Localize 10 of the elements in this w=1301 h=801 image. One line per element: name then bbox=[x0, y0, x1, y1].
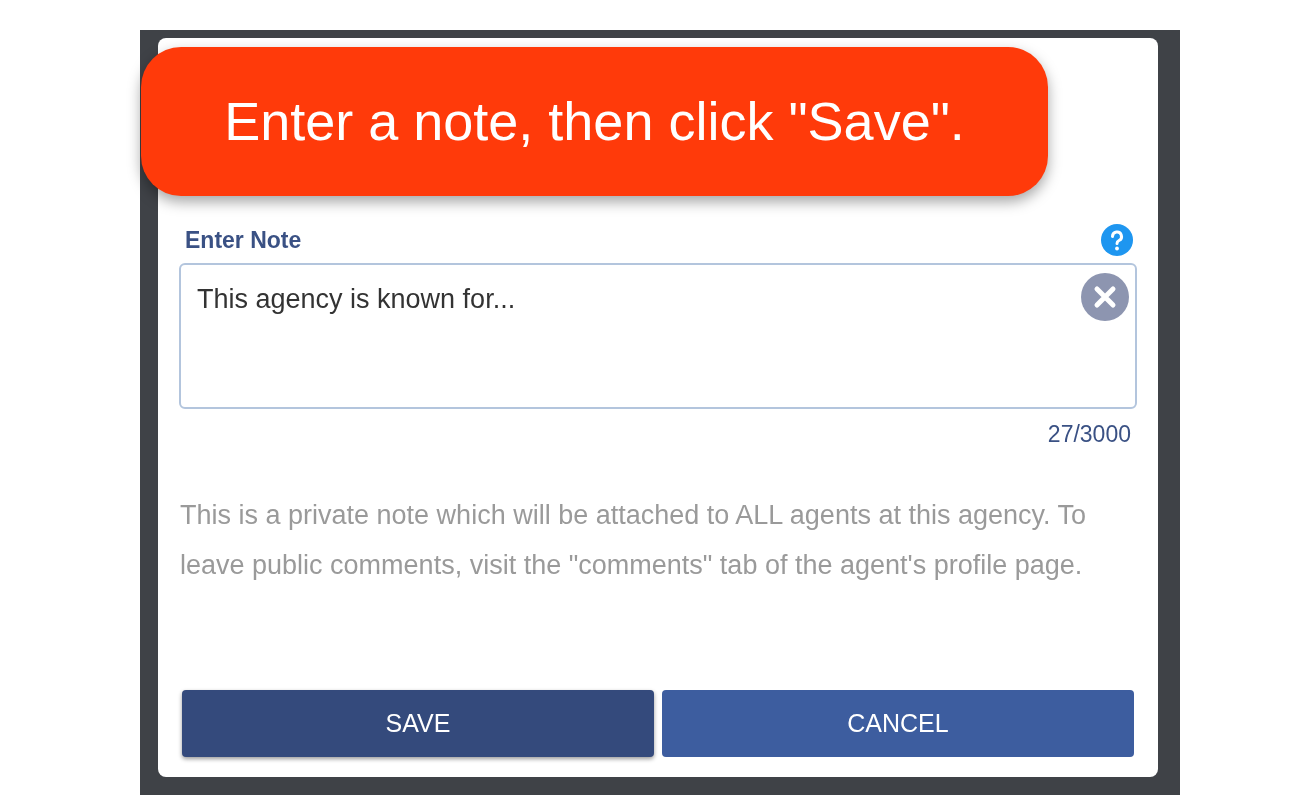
cancel-button[interactable]: CANCEL bbox=[662, 690, 1134, 757]
note-input[interactable]: This agency is known for... bbox=[179, 263, 1137, 409]
description-text: This is a private note which will be attached to ALL agents at this agency. To leave public comments, visit the "comments" tab of the agent's profile page. bbox=[179, 498, 1088, 582]
note-text: This agency is known for... bbox=[197, 284, 516, 314]
clear-icon[interactable] bbox=[1081, 273, 1129, 321]
field-label: Enter Note bbox=[185, 225, 302, 255]
save-button[interactable]: SAVE bbox=[182, 690, 654, 757]
character-counter: 27/3000 bbox=[1047, 420, 1131, 449]
instruction-callout: Enter a note, then click "Save". bbox=[141, 47, 1048, 196]
help-icon[interactable] bbox=[1101, 224, 1133, 256]
